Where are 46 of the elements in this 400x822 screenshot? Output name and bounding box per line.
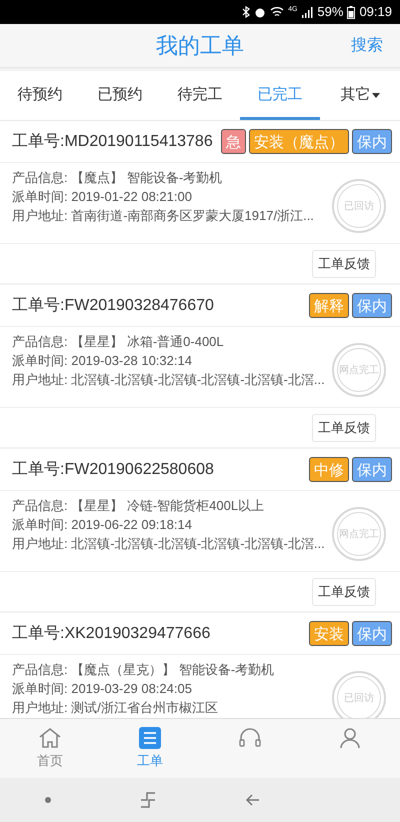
feedback-button[interactable]: 工单反馈 xyxy=(312,414,376,442)
tab[interactable]: 待预约 xyxy=(0,71,80,120)
list-icon xyxy=(139,727,161,749)
tag: 安装（魔点） xyxy=(249,129,349,154)
tag: 急 xyxy=(221,129,246,154)
order-number: 工单号:XK20190329477666 xyxy=(12,624,210,644)
product-info: 产品信息: 【星星】 冷链-智能货柜400L以上 xyxy=(12,497,266,515)
order-number: 工单号:MD20190115413786 xyxy=(12,132,213,152)
clock: 09:19 xyxy=(359,3,392,22)
product-info: 产品信息: 【魔点】 智能设备-考勤机 xyxy=(12,169,224,187)
tag: 解释 xyxy=(309,293,349,318)
user-address: 用户地址: 北滘镇-北滘镇-北滘镇-北滘镇-北滘镇-北滘... xyxy=(12,371,326,389)
user-address: 用户地址: 测试/浙江省台州市椒江区 xyxy=(12,699,219,717)
back-icon[interactable] xyxy=(244,793,260,807)
caret-icon xyxy=(372,93,380,98)
battery-icon xyxy=(347,6,356,18)
dispatch-time: 派单时间: 2019-03-28 10:32:14 xyxy=(12,352,193,370)
order-number: 工单号:FW20190328476670 xyxy=(12,296,214,316)
tag: 保内 xyxy=(352,621,392,646)
signal-icon xyxy=(301,6,314,18)
tab[interactable]: 待完工 xyxy=(160,71,240,120)
tag: 中修 xyxy=(309,457,349,482)
headset-icon xyxy=(238,727,262,749)
wifi-icon xyxy=(270,6,284,18)
dispatch-time: 派单时间: 2019-03-29 08:24:05 xyxy=(12,680,193,698)
feedback-button[interactable]: 工单反馈 xyxy=(312,250,376,278)
person-icon xyxy=(339,727,361,749)
order-number: 工单号:FW20190622580608 xyxy=(12,460,214,480)
user-address: 用户地址: 北滘镇-北滘镇-北滘镇-北滘镇-北滘镇-北滘... xyxy=(12,535,326,553)
tag: 保内 xyxy=(352,457,392,482)
home-icon xyxy=(38,727,62,749)
dispatch-time: 派单时间: 2019-06-22 09:18:14 xyxy=(12,516,193,534)
tag: 保内 xyxy=(352,129,392,154)
tab[interactable]: 已预约 xyxy=(80,71,160,120)
dispatch-time: 派单时间: 2019-01-22 08:21:00 xyxy=(12,188,193,206)
bluetooth-icon xyxy=(242,6,250,18)
recents-icon[interactable] xyxy=(140,791,156,809)
tag: 保内 xyxy=(352,293,392,318)
page-title: 我的工单 xyxy=(156,32,244,60)
feedback-button[interactable]: 工单反馈 xyxy=(312,578,376,606)
tab[interactable]: 其它 xyxy=(320,71,400,120)
tag: 安装 xyxy=(309,621,349,646)
user-address: 用户地址: 首南街道-南部商务区罗蒙大厦1917/浙江... xyxy=(12,207,315,225)
product-info: 产品信息: 【星星】 冰箱-普通0-400L xyxy=(12,333,225,351)
product-info: 产品信息: 【魔点（星克）】 智能设备-考勤机 xyxy=(12,661,276,679)
battery-percent: 59% xyxy=(317,3,344,22)
